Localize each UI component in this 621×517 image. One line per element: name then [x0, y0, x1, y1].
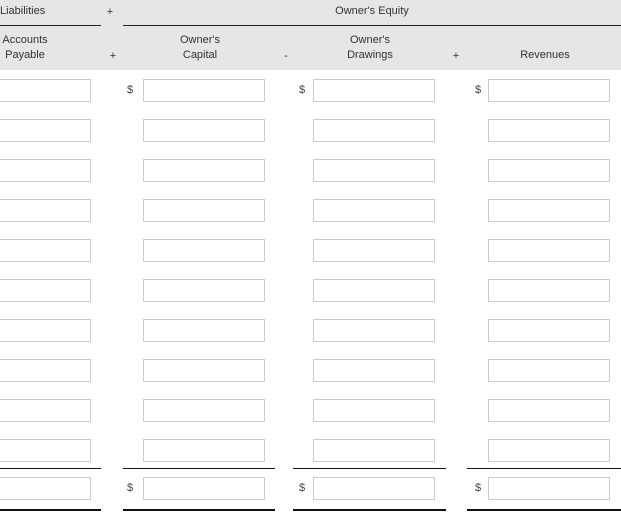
revenues-input[interactable] [488, 199, 610, 222]
operator-plus: + [452, 50, 460, 62]
accounts-payable-input[interactable] [0, 439, 91, 462]
owners-capital-input[interactable] [143, 239, 265, 262]
label: Payable [5, 49, 45, 61]
owners-capital-input[interactable] [143, 79, 265, 102]
dollar-sign: $ [475, 84, 482, 96]
operator-minus: - [284, 50, 288, 62]
revenues-input[interactable] [488, 119, 610, 142]
revenues-input[interactable] [488, 279, 610, 302]
divider [0, 25, 101, 26]
revenues-input[interactable] [488, 159, 610, 182]
divider [123, 25, 621, 26]
dollar-sign: $ [299, 84, 306, 96]
total-double-line [0, 509, 101, 511]
owners-capital-input[interactable] [143, 399, 265, 422]
revenues-input[interactable] [488, 439, 610, 462]
label: Capital [182, 49, 218, 61]
accounts-payable-input[interactable] [0, 119, 91, 142]
accounts-payable-input-total[interactable] [0, 477, 91, 500]
revenues-input[interactable] [488, 79, 610, 102]
label: Owner's [350, 34, 390, 46]
dollar-sign: $ [299, 482, 306, 494]
owners-drawings-input[interactable] [313, 159, 435, 182]
owners-capital-input[interactable] [143, 359, 265, 382]
column-header-accounts-payable: Accounts Payable [0, 33, 60, 63]
revenues-input[interactable] [488, 319, 610, 342]
operator-plus: + [109, 50, 117, 62]
accounts-payable-input[interactable] [0, 79, 91, 102]
operator-plus: + [106, 6, 114, 18]
subtotal-line [0, 468, 101, 469]
dollar-sign: $ [127, 84, 134, 96]
label: Drawings [347, 49, 393, 61]
owners-capital-input[interactable] [143, 119, 265, 142]
label: Accounts [2, 34, 48, 46]
owners-drawings-input[interactable] [313, 319, 435, 342]
owners-capital-input[interactable] [143, 159, 265, 182]
dollar-sign: $ [475, 482, 482, 494]
accounts-payable-input[interactable] [0, 199, 91, 222]
label: Owner's [180, 34, 220, 46]
column-header-owners-drawings: Owner's Drawings [320, 33, 420, 63]
owners-drawings-input[interactable] [313, 439, 435, 462]
subtotal-line [467, 468, 621, 469]
owners-drawings-input-total[interactable] [313, 477, 435, 500]
subtotal-line [293, 468, 446, 469]
accounts-payable-input[interactable] [0, 399, 91, 422]
column-header-owners-capital: Owner's Capital [150, 33, 250, 63]
revenues-input[interactable] [488, 399, 610, 422]
revenues-input-total[interactable] [488, 477, 610, 500]
owners-drawings-input[interactable] [313, 359, 435, 382]
owners-capital-input[interactable] [143, 319, 265, 342]
accounts-payable-input[interactable] [0, 319, 91, 342]
liabilities-heading: Liabilities [0, 5, 46, 17]
owners-capital-input[interactable] [143, 199, 265, 222]
accounts-payable-input[interactable] [0, 159, 91, 182]
dollar-sign: $ [127, 482, 134, 494]
owners-drawings-input[interactable] [313, 399, 435, 422]
accounts-payable-input[interactable] [0, 239, 91, 262]
owners-drawings-input[interactable] [313, 79, 435, 102]
total-double-line [467, 509, 621, 511]
owners-drawings-input[interactable] [313, 279, 435, 302]
accounts-payable-input[interactable] [0, 359, 91, 382]
owners-drawings-input[interactable] [313, 199, 435, 222]
owners-capital-input[interactable] [143, 279, 265, 302]
column-header-revenues: Revenues [520, 49, 570, 61]
owners-capital-input-total[interactable] [143, 477, 265, 500]
revenues-input[interactable] [488, 359, 610, 382]
owners-capital-input[interactable] [143, 439, 265, 462]
owners-drawings-input[interactable] [313, 239, 435, 262]
owners-equity-heading: Owner's Equity [335, 5, 409, 17]
total-double-line [293, 509, 446, 511]
owners-drawings-input[interactable] [313, 119, 435, 142]
accounts-payable-input[interactable] [0, 279, 91, 302]
revenues-input[interactable] [488, 239, 610, 262]
subtotal-line [123, 468, 275, 469]
total-double-line [123, 509, 275, 511]
